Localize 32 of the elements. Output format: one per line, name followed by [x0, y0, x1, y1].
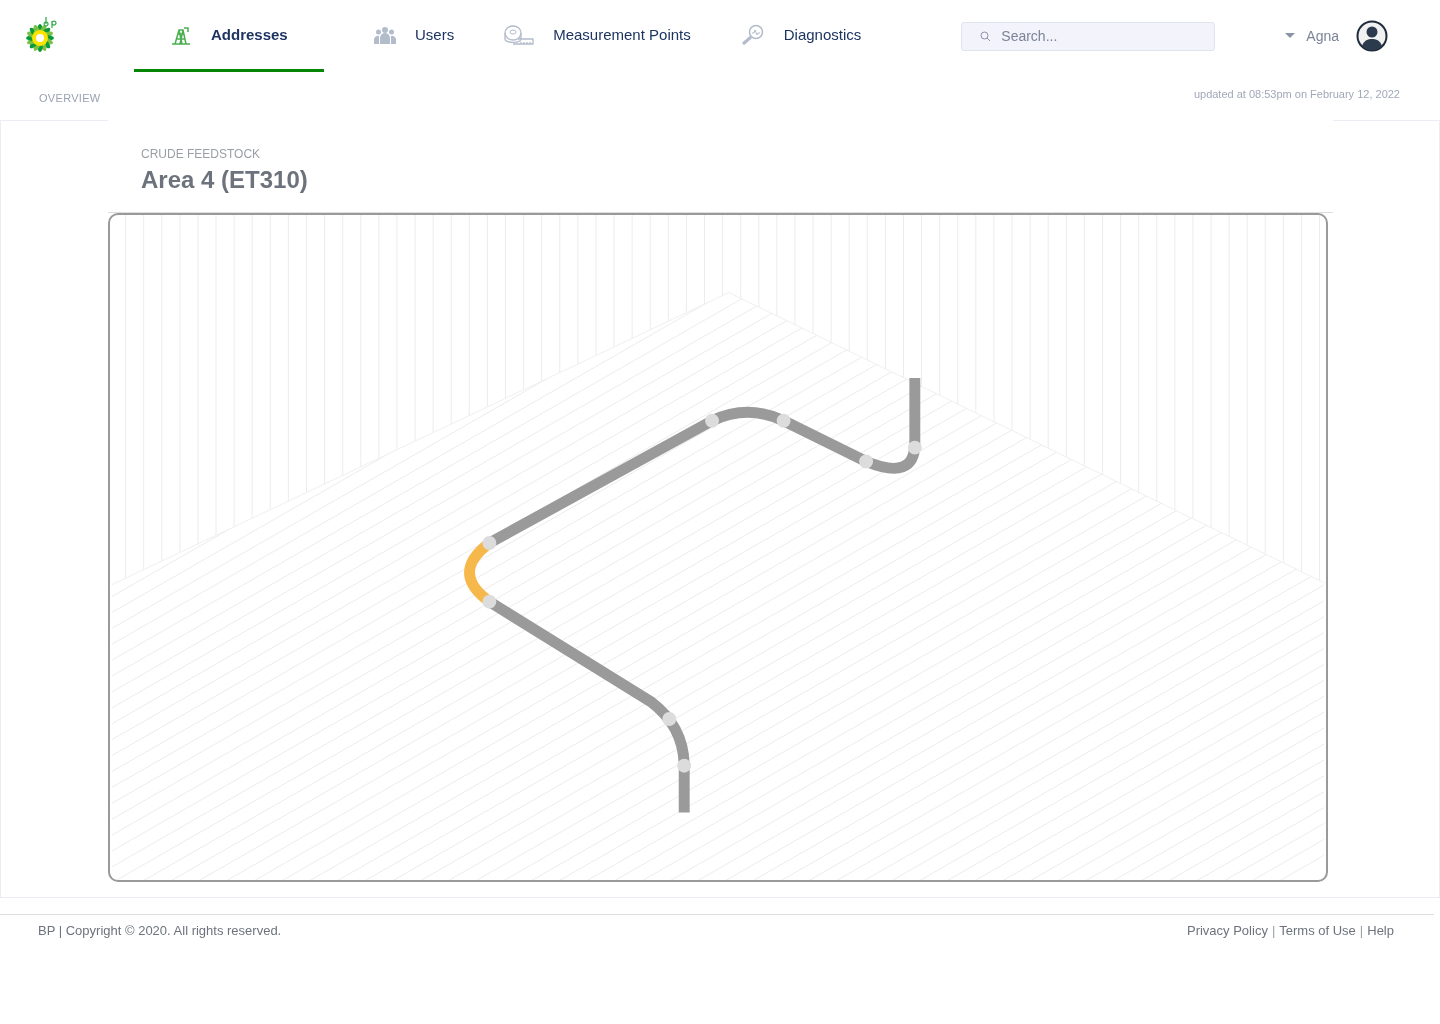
- people-icon: [374, 25, 396, 44]
- sunflower-logo: [24, 14, 60, 52]
- measurement-point[interactable]: [482, 536, 497, 550]
- nav-tab[interactable]: Users: [374, 0, 455, 72]
- footer-link[interactable]: Help: [1367, 923, 1394, 938]
- area-category: CRUDE FEEDSTOCK: [141, 147, 262, 161]
- breadcrumb-link[interactable]: OVERVIEW: [39, 92, 101, 104]
- nav-tab[interactable]: Measurement Points: [504, 0, 691, 72]
- footer-link[interactable]: Privacy Policy: [1186, 923, 1268, 938]
- oil-derrick-icon: [170, 24, 192, 45]
- caret-icon: [1285, 33, 1296, 39]
- nav-tab[interactable]: Diagnostics: [740, 0, 862, 72]
- magnifier-icon: [740, 23, 765, 46]
- separator-text: |: [1271, 923, 1276, 938]
- nav-tab[interactable]: Addresses: [134, 0, 324, 72]
- user-menu[interactable]: Agna: [1285, 28, 1339, 44]
- measurement-point[interactable]: [859, 454, 874, 469]
- avatar-icon[interactable]: [1356, 20, 1388, 52]
- tape-measure-icon: [504, 23, 535, 46]
- updated-timestamp: updated at 08:53pm on February 12, 2022: [1193, 88, 1400, 100]
- search-field[interactable]: Search...: [961, 21, 1216, 51]
- measurement-point[interactable]: [776, 413, 791, 428]
- measurement-point[interactable]: [907, 440, 922, 455]
- footer-link[interactable]: Terms of Use: [1279, 923, 1356, 938]
- search-icon: [980, 30, 992, 42]
- measurement-point[interactable]: [677, 758, 692, 773]
- measurement-point[interactable]: [662, 712, 677, 726]
- copyright-text: BP | Copyright © 2020. All rights reserved.: [38, 923, 282, 938]
- measurement-point[interactable]: [482, 594, 497, 609]
- area-title: Area 4 (ET310): [141, 166, 309, 195]
- measurement-point[interactable]: [705, 413, 719, 428]
- separator-text: |: [1359, 923, 1364, 938]
